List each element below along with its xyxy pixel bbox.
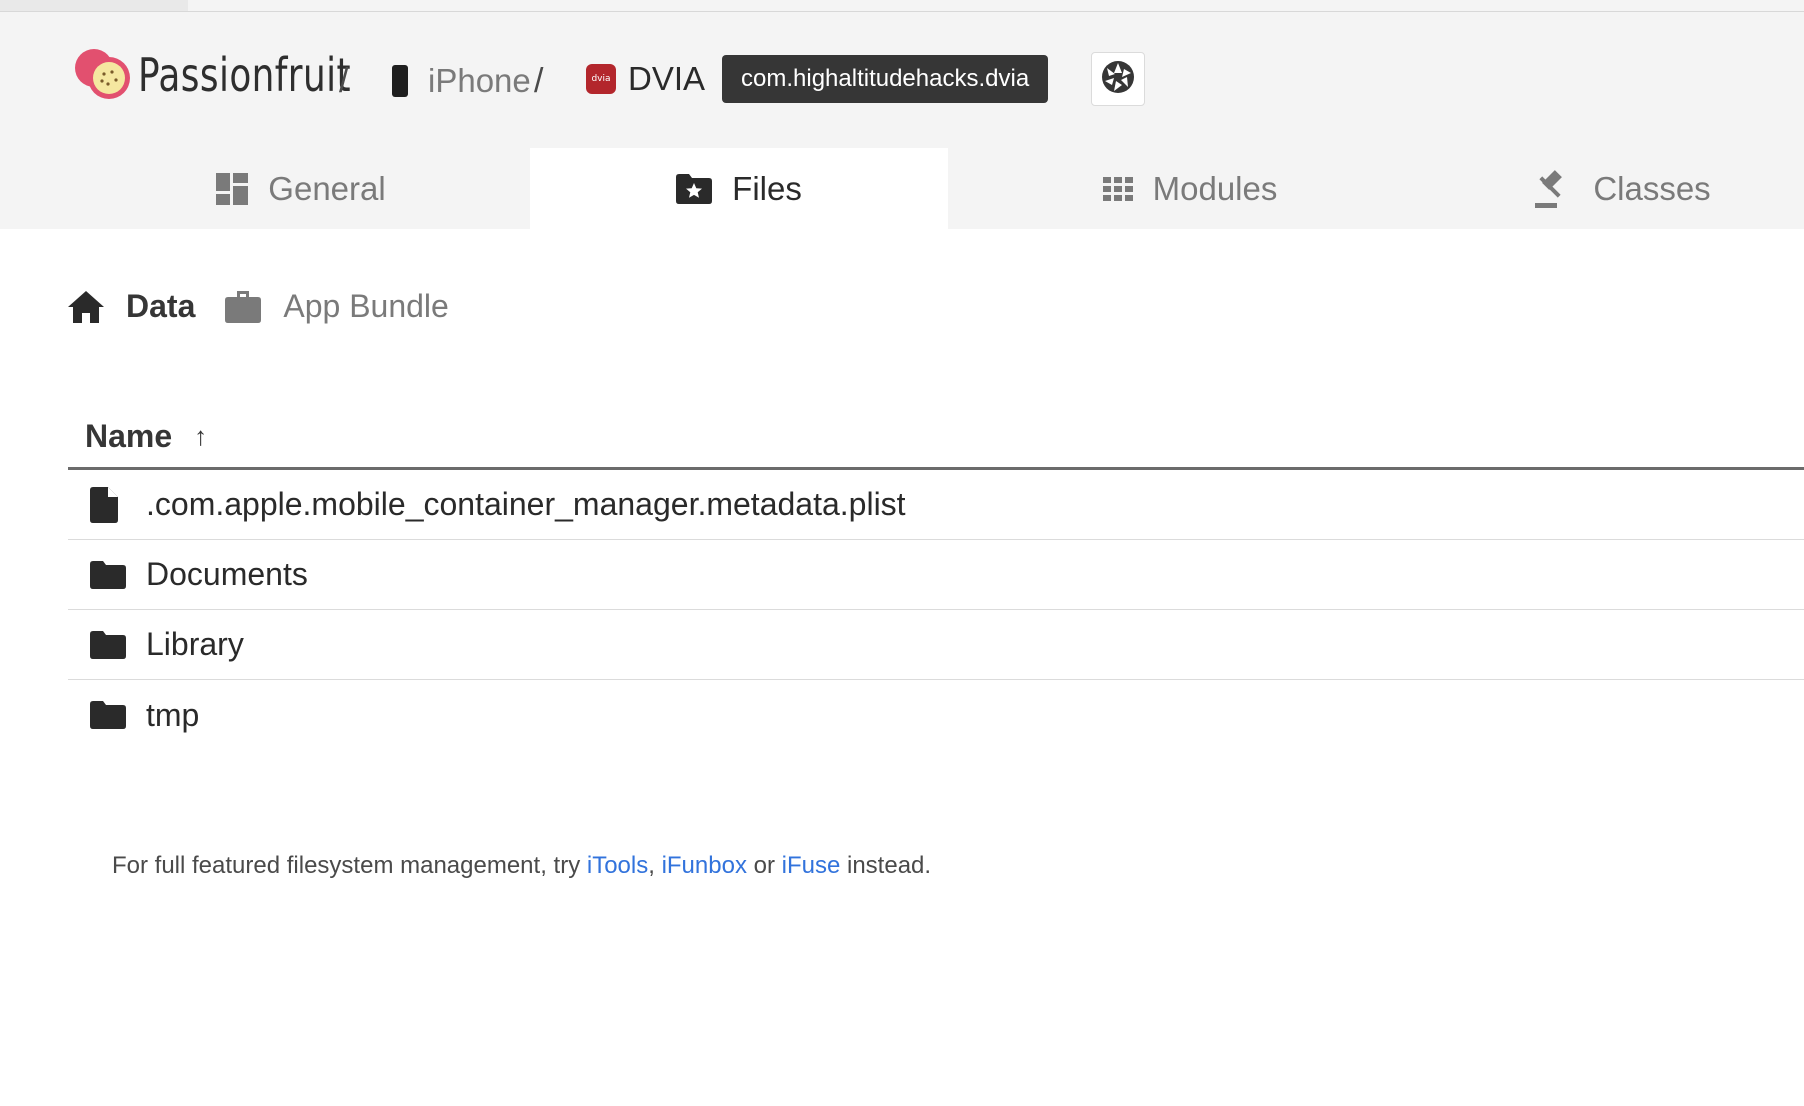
camera-aperture-icon bbox=[1100, 59, 1136, 100]
filesystem-tip: For full featured filesystem management,… bbox=[112, 852, 931, 880]
location-tabs: Data App Bundle bbox=[68, 288, 479, 325]
file-icon bbox=[90, 486, 134, 523]
sort-ascending-icon: ↑ bbox=[194, 420, 208, 451]
table-row[interactable]: Library bbox=[68, 610, 1804, 680]
table-row[interactable]: .com.apple.mobile_container_manager.meta… bbox=[68, 470, 1804, 540]
tab-files-label: Files bbox=[732, 170, 802, 207]
tab-modules-label: Modules bbox=[1152, 170, 1278, 207]
folder-icon bbox=[90, 701, 134, 729]
breadcrumb-app[interactable]: dvia DVIA bbox=[586, 60, 705, 98]
subtab-data[interactable]: Data bbox=[68, 288, 195, 325]
tab-modules[interactable]: Modules bbox=[980, 148, 1400, 230]
home-icon bbox=[68, 290, 104, 323]
tab-general-label: General bbox=[268, 170, 386, 207]
ifuse-link[interactable]: iFuse bbox=[782, 852, 841, 879]
briefcase-icon bbox=[225, 290, 262, 323]
table-row[interactable]: Documents bbox=[68, 540, 1804, 610]
folder-name: Documents bbox=[146, 556, 308, 592]
grid-icon bbox=[1102, 177, 1133, 201]
browser-tab-segment bbox=[0, 0, 188, 11]
main-tabs: General Files Modules Classes bbox=[0, 148, 1804, 230]
tab-files[interactable]: Files bbox=[530, 148, 948, 230]
tab-general[interactable]: General bbox=[96, 148, 506, 230]
device-name: iPhone bbox=[428, 62, 531, 99]
file-table: Name ↑ .com.apple.mobile_container_manag… bbox=[68, 405, 1804, 750]
breadcrumb-device[interactable]: iPhone bbox=[392, 62, 531, 100]
column-name-label: Name bbox=[85, 417, 173, 454]
table-row[interactable]: tmp bbox=[68, 680, 1804, 750]
breadcrumb-separator: / bbox=[339, 62, 349, 100]
folder-icon bbox=[90, 560, 134, 589]
browser-top-strip bbox=[0, 0, 1804, 12]
tip-suffix: instead. bbox=[840, 852, 932, 879]
tab-classes-label: Classes bbox=[1593, 170, 1711, 207]
bundle-id-tag: com.highaltitudehacks.dvia bbox=[722, 55, 1049, 103]
tip-prefix: For full featured filesystem management,… bbox=[112, 852, 587, 879]
dashboard-icon bbox=[216, 173, 249, 205]
tip-comma: , bbox=[648, 852, 655, 879]
tip-or: or bbox=[746, 852, 782, 879]
file-name: .com.apple.mobile_container_manager.meta… bbox=[146, 486, 906, 522]
folder-name: tmp bbox=[146, 696, 200, 733]
brand-logo[interactable]: Passionfruit bbox=[72, 44, 411, 106]
screenshot-button[interactable] bbox=[1091, 52, 1145, 106]
gavel-icon bbox=[1533, 169, 1573, 209]
brand-name: Passionfruit bbox=[138, 48, 351, 102]
ifunbox-link[interactable]: iFunbox bbox=[662, 852, 747, 879]
subtab-app-bundle-label: App Bundle bbox=[283, 288, 449, 324]
tab-classes[interactable]: Classes bbox=[1440, 148, 1804, 230]
folder-icon bbox=[90, 630, 134, 659]
subtab-app-bundle[interactable]: App Bundle bbox=[225, 288, 449, 325]
subtab-data-label: Data bbox=[126, 288, 196, 324]
breadcrumb-separator: / bbox=[534, 62, 544, 100]
passionfruit-logo-icon bbox=[72, 44, 134, 106]
phone-icon bbox=[392, 65, 408, 97]
dvia-app-icon: dvia bbox=[586, 64, 616, 94]
itools-link[interactable]: iTools bbox=[587, 852, 648, 879]
app-name: DVIA bbox=[628, 60, 706, 97]
folder-star-icon bbox=[676, 174, 713, 204]
name-column-header[interactable]: Name ↑ bbox=[68, 405, 1804, 470]
folder-name: Library bbox=[146, 626, 244, 662]
